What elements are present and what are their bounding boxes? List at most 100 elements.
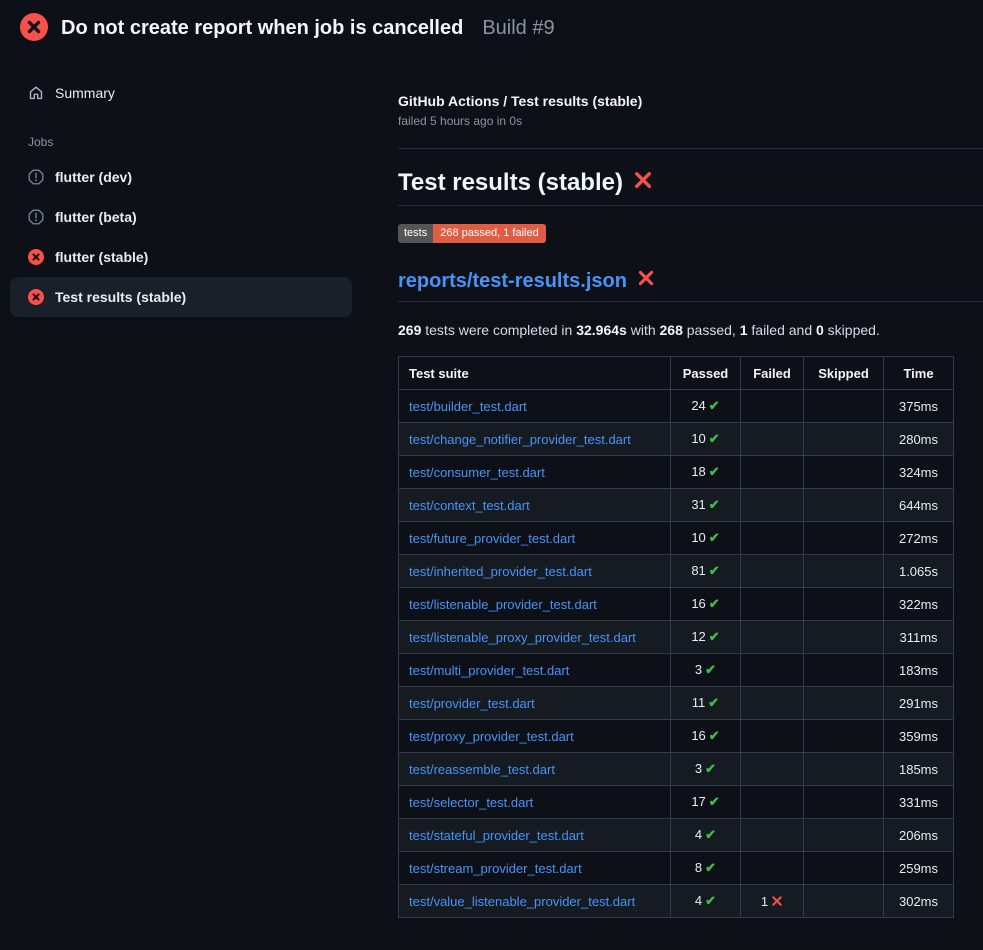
table-row: test/stateful_provider_test.dart4✔206ms: [399, 819, 954, 852]
test-suite-link[interactable]: test/consumer_test.dart: [409, 465, 545, 480]
failed-cell: [741, 555, 804, 588]
sidebar-item-flutter-beta[interactable]: flutter (beta): [10, 197, 352, 237]
test-suite-link[interactable]: test/stream_provider_test.dart: [409, 861, 582, 876]
sidebar-item-summary[interactable]: Summary: [10, 80, 352, 106]
run-header: Do not create report when job is cancell…: [0, 0, 983, 56]
passed-cell: 3✔: [671, 753, 741, 786]
time-cell: 359ms: [884, 720, 954, 753]
check-icon: ✔: [709, 596, 720, 611]
summary-segment: skipped.: [824, 322, 880, 338]
test-suite-link[interactable]: test/change_notifier_provider_test.dart: [409, 432, 631, 447]
skipped-cell: [804, 654, 884, 687]
jobs-list: flutter (dev) flutter (beta) flutter (stab…: [0, 157, 398, 317]
skipped-cell: [804, 456, 884, 489]
sidebar-item-test-results-stable[interactable]: Test results (stable): [10, 277, 352, 317]
summary-segment: 32.964s: [576, 322, 627, 338]
check-icon: ✔: [709, 728, 720, 743]
test-suite-link[interactable]: test/provider_test.dart: [409, 696, 535, 711]
check-icon: ✔: [705, 662, 716, 677]
table-row: test/value_listenable_provider_test.dart…: [399, 885, 954, 918]
column-header-test-suite: Test suite: [399, 357, 671, 390]
suite-cell: test/reassemble_test.dart: [399, 753, 671, 786]
report-file-link[interactable]: reports/test-results.json: [398, 270, 627, 293]
suite-cell: test/context_test.dart: [399, 489, 671, 522]
section-heading: Test results (stable): [398, 169, 983, 206]
skipped-cell: [804, 588, 884, 621]
failed-cell: [741, 621, 804, 654]
passed-cell: 8✔: [671, 852, 741, 885]
job-status-line: failed 5 hours ago in 0s: [398, 114, 983, 128]
job-detail-panel: GitHub Actions / Test results (stable) f…: [398, 56, 983, 918]
table-header-row: Test suite Passed Failed Skipped Time: [399, 357, 954, 390]
summary-segment: passed,: [683, 322, 740, 338]
failed-cell: 1: [741, 885, 804, 918]
sidebar-item-label: flutter (beta): [55, 209, 137, 225]
passed-cell: 16✔: [671, 588, 741, 621]
summary-segment: with: [627, 322, 660, 338]
check-icon: ✔: [709, 431, 720, 446]
test-suite-link[interactable]: test/listenable_proxy_provider_test.dart: [409, 630, 636, 645]
workflow-breadcrumb: GitHub Actions / Test results (stable): [398, 93, 983, 109]
time-cell: 183ms: [884, 654, 954, 687]
check-icon: ✔: [709, 794, 720, 809]
column-header-time: Time: [884, 357, 954, 390]
test-suite-link[interactable]: test/inherited_provider_test.dart: [409, 564, 592, 579]
skipped-cell: [804, 687, 884, 720]
sidebar-item-label: Summary: [55, 85, 115, 101]
failed-cell: [741, 390, 804, 423]
sidebar: Summary Jobs flutter (dev) flutter (beta)…: [0, 56, 398, 317]
test-suite-link[interactable]: test/proxy_provider_test.dart: [409, 729, 574, 744]
test-suite-link[interactable]: test/listenable_provider_test.dart: [409, 597, 597, 612]
failed-cell: [741, 687, 804, 720]
skipped-cell: [804, 489, 884, 522]
test-suite-link[interactable]: test/selector_test.dart: [409, 795, 533, 810]
passed-cell: 10✔: [671, 423, 741, 456]
time-cell: 311ms: [884, 621, 954, 654]
suite-cell: test/inherited_provider_test.dart: [399, 555, 671, 588]
time-cell: 375ms: [884, 390, 954, 423]
skipped-cell: [804, 720, 884, 753]
table-row: test/listenable_provider_test.dart16✔322…: [399, 588, 954, 621]
x-circle-icon: [28, 289, 44, 305]
passed-cell: 11✔: [671, 687, 741, 720]
skipped-cell: [804, 390, 884, 423]
suite-cell: test/listenable_proxy_provider_test.dart: [399, 621, 671, 654]
sidebar-item-flutter-stable[interactable]: flutter (stable): [10, 237, 352, 277]
skipped-cell: [804, 885, 884, 918]
check-icon: ✔: [709, 530, 720, 545]
sidebar-item-label: Test results (stable): [55, 289, 186, 305]
x-mark-icon: [768, 894, 783, 909]
test-suite-link[interactable]: test/value_listenable_provider_test.dart: [409, 894, 635, 909]
test-results-table: Test suite Passed Failed Skipped Time te…: [398, 356, 954, 918]
column-header-passed: Passed: [671, 357, 741, 390]
test-suite-link[interactable]: test/multi_provider_test.dart: [409, 663, 569, 678]
sidebar-item-flutter-dev[interactable]: flutter (dev): [10, 157, 352, 197]
suite-cell: test/stream_provider_test.dart: [399, 852, 671, 885]
table-row: test/multi_provider_test.dart3✔183ms: [399, 654, 954, 687]
table-row: test/selector_test.dart17✔331ms: [399, 786, 954, 819]
suite-cell: test/value_listenable_provider_test.dart: [399, 885, 671, 918]
failed-cell: [741, 852, 804, 885]
x-circle-icon: [20, 13, 48, 44]
time-cell: 206ms: [884, 819, 954, 852]
time-cell: 291ms: [884, 687, 954, 720]
test-suite-link[interactable]: test/builder_test.dart: [409, 399, 527, 414]
jobs-heading: Jobs: [28, 135, 398, 149]
table-row: test/reassemble_test.dart3✔185ms: [399, 753, 954, 786]
test-suite-link[interactable]: test/future_provider_test.dart: [409, 531, 575, 546]
test-suite-link[interactable]: test/context_test.dart: [409, 498, 530, 513]
table-row: test/change_notifier_provider_test.dart 1…: [399, 423, 954, 456]
passed-cell: 24✔: [671, 390, 741, 423]
report-heading: reports/test-results.json: [398, 269, 983, 302]
check-icon: ✔: [705, 827, 716, 842]
summary-segment: failed and: [748, 322, 817, 338]
test-suite-link[interactable]: test/reassemble_test.dart: [409, 762, 555, 777]
time-cell: 280ms: [884, 423, 954, 456]
check-icon: ✔: [709, 629, 720, 644]
failed-cell: [741, 423, 804, 456]
suite-cell: test/proxy_provider_test.dart: [399, 720, 671, 753]
skipped-cell: [804, 522, 884, 555]
run-title: Do not create report when job is cancell…: [61, 17, 463, 40]
test-suite-link[interactable]: test/stateful_provider_test.dart: [409, 828, 584, 843]
suite-cell: test/provider_test.dart: [399, 687, 671, 720]
